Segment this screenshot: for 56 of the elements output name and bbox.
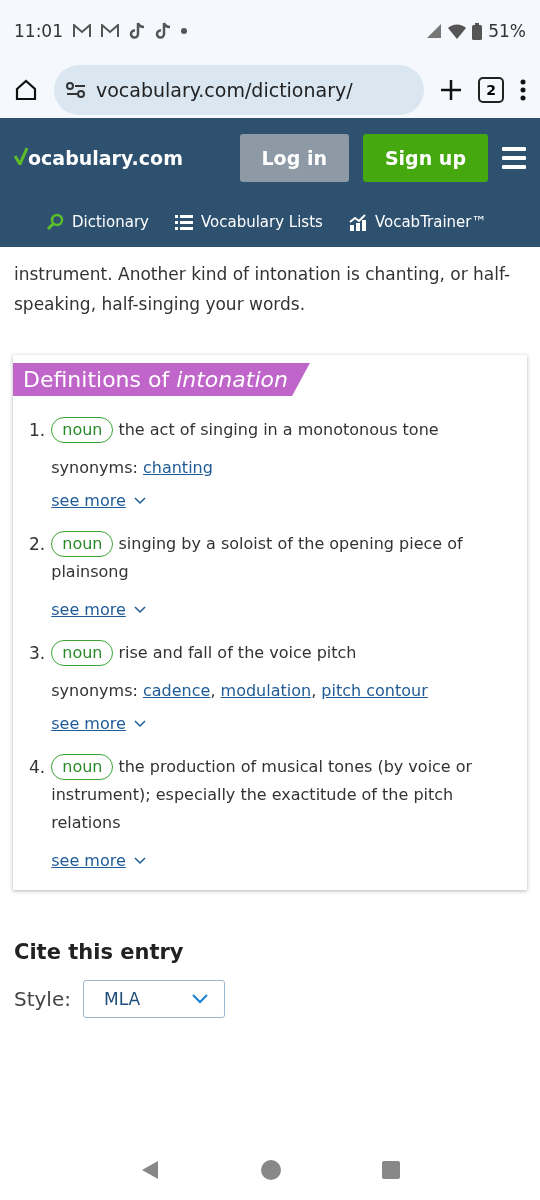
synonym-link[interactable]: chanting (143, 458, 213, 477)
back-icon[interactable] (140, 1160, 160, 1180)
synonyms-label: synonyms: (51, 681, 138, 700)
more-icon[interactable] (520, 79, 526, 101)
clock-time: 11:01 (14, 21, 63, 41)
chevron-down-icon (192, 994, 208, 1004)
synonym-link[interactable]: pitch contour (321, 681, 428, 700)
intro-paragraph: instrument. Another kind of intonation is chanting, or half- speaking, half-singing your words. (14, 263, 512, 316)
definition-number: 4. (29, 756, 46, 779)
battery-icon (472, 22, 483, 40)
definitions-heading: Definitions of intonation (13, 363, 310, 396)
signal-icon (426, 23, 443, 39)
chart-icon (348, 213, 367, 232)
plus-icon[interactable] (440, 79, 462, 101)
nav-link[interactable]: Vocabulary Lists (174, 213, 323, 232)
nav-link[interactable]: Dictionary (46, 213, 149, 232)
chevron-down-icon (133, 605, 146, 614)
battery-percentage: 51% (488, 21, 526, 41)
site-logo[interactable]: ocabulary.com (28, 146, 183, 169)
definition-number: 2. (29, 533, 46, 556)
synonyms-label: synonyms: (51, 458, 138, 477)
checkmark-icon (14, 146, 28, 165)
search-icon (46, 213, 64, 232)
mail-icon (73, 24, 91, 38)
definition-number: 3. (29, 642, 46, 665)
home-icon[interactable] (14, 78, 38, 102)
chevron-down-icon (133, 856, 146, 865)
synonym-link[interactable]: modulation (220, 681, 312, 700)
tab-count-button[interactable]: 2 (478, 77, 504, 103)
nav-link[interactable]: VocabTrainer™ (348, 213, 487, 232)
definition-text: noun the act of singing in a monotonous tone (51, 416, 497, 444)
synonym-link[interactable]: cadence (143, 681, 211, 700)
see-more-link[interactable]: see more (51, 851, 146, 870)
section-heading: Cite this entry (14, 940, 185, 964)
definition-text: noun the production of musical tones (by voice or instrument); especially the exactitude of the pitch relations (51, 753, 497, 837)
separator: , (210, 681, 216, 700)
definition-number: 1. (29, 419, 46, 442)
chevron-down-icon (133, 719, 146, 728)
separator: , (311, 681, 317, 700)
definition-text: noun singing by a soloist of the opening piece of plainsong (51, 530, 497, 586)
address-bar[interactable]: vocabulary.com/dictionary/ (54, 65, 424, 115)
wifi-icon (448, 23, 467, 39)
chevron-down-icon (133, 496, 146, 505)
see-more-link[interactable]: see more (51, 491, 146, 510)
dot-icon (181, 28, 187, 34)
style-label: Style: (14, 987, 71, 1011)
definition-text: noun rise and fall of the voice pitch (51, 639, 497, 667)
music-note-icon (129, 22, 145, 40)
mail-icon (101, 24, 119, 38)
tune-icon (66, 82, 86, 98)
see-more-link[interactable]: see more (51, 714, 146, 733)
menu-icon[interactable] (502, 146, 526, 169)
list-icon (174, 214, 193, 231)
style-dropdown[interactable]: MLA (83, 980, 225, 1018)
music-note-icon (155, 22, 171, 40)
see-more-link[interactable]: see more (51, 600, 146, 619)
